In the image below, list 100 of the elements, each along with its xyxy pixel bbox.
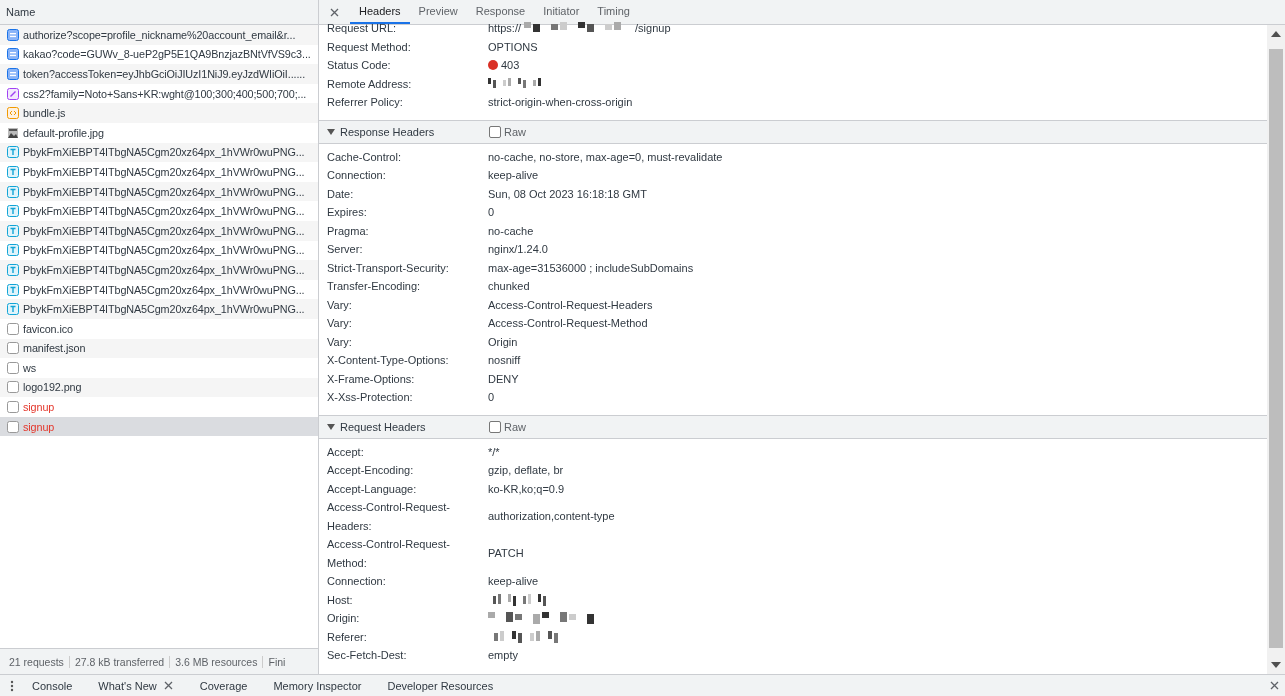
request-name: ws xyxy=(23,361,36,374)
request-row[interactable]: ws xyxy=(0,358,318,378)
header-name: Origin: xyxy=(327,611,361,626)
drawer-tab[interactable]: Developer Resources xyxy=(377,679,504,692)
request-name: css2?family=Noto+Sans+KR:wght@100;300;400;500;700;... xyxy=(23,87,307,100)
request-name: kakao?code=GUWv_8-ueP2gP5E1QA9BnzjazBNtVfVS9c3... xyxy=(23,48,311,61)
drawer-tab[interactable]: Memory Inspector xyxy=(263,679,372,692)
status-text: 21 requests xyxy=(4,655,70,668)
drawer-tab[interactable]: What's New xyxy=(88,679,184,692)
checkbox[interactable] xyxy=(489,125,501,138)
request-name: PbykFmXiEBPT4ITbgNA5Cgm20xz64px_1hVWr0wuPNG... xyxy=(23,146,305,159)
request-row[interactable]: token?accessToken=eyJhbGciOiJIUzI1NiJ9.eyJzdWIiOiI...... xyxy=(0,64,318,84)
header-name: Referrer Policy: xyxy=(327,95,404,110)
font-icon xyxy=(7,146,19,159)
stylesheet-icon xyxy=(7,87,19,100)
drawer-tab[interactable]: Coverage xyxy=(189,679,258,692)
request-row[interactable]: signup xyxy=(0,397,318,417)
header-value: DENY xyxy=(488,371,519,387)
section-toggle[interactable]: Response Headers xyxy=(323,125,489,138)
header-name: Server: xyxy=(327,242,364,257)
request-row[interactable]: PbykFmXiEBPT4ITbgNA5Cgm20xz64px_1hVWr0wuPNG... xyxy=(0,299,318,319)
header-value: Sun, 08 Oct 2023 16:18:18 GMT xyxy=(488,186,647,202)
header-name: X-Content-Type-Options: xyxy=(327,353,450,368)
triangle-icon xyxy=(327,127,335,136)
header-value: 403 xyxy=(501,58,520,73)
request-row[interactable]: favicon.ico xyxy=(0,318,318,339)
header-name: X-Frame-Options: xyxy=(327,371,416,387)
request-name: favicon.ico xyxy=(23,322,73,335)
header-name: Pragma: xyxy=(327,223,370,239)
header-name: Request URL: xyxy=(327,21,398,36)
column-header[interactable]: Name xyxy=(0,0,318,25)
document-icon xyxy=(7,28,19,41)
request-row[interactable]: manifest.json xyxy=(0,338,318,359)
header-name: Referer: xyxy=(327,629,368,645)
scrollbar[interactable] xyxy=(1267,25,1285,674)
header-value: Access-Control-Request-Headers xyxy=(488,297,653,313)
request-row[interactable]: css2?family=Noto+Sans+KR:wght@100;300;400;500;700;... xyxy=(0,83,318,104)
tab[interactable]: Response xyxy=(466,0,535,24)
request-row[interactable]: PbykFmXiEBPT4ITbgNA5Cgm20xz64px_1hVWr0wuPNG... xyxy=(0,201,318,221)
header-value: chunked xyxy=(488,279,530,294)
request-row[interactable]: default-profile.jpg xyxy=(0,122,318,143)
header-name: Sec-Fetch-Dest: xyxy=(327,648,408,663)
header-name: Remote Address: xyxy=(327,76,413,92)
font-icon xyxy=(7,283,19,296)
header-value: /signup xyxy=(635,21,671,36)
header-value: Access-Control-Request-Method xyxy=(488,316,648,331)
header-value: Origin xyxy=(488,334,518,350)
drawer-tab[interactable]: Console xyxy=(22,679,83,692)
header-value: OPTIONS xyxy=(488,39,538,55)
header-name: Accept-Encoding: xyxy=(327,463,415,478)
tab[interactable]: Headers xyxy=(350,0,410,24)
font-icon xyxy=(7,224,19,237)
request-row[interactable]: kakao?code=GUWv_8-ueP2gP5E1QA9BnzjazBNtVfVS9c3... xyxy=(0,44,318,65)
header-name: Vary: xyxy=(327,297,353,313)
header-value: no-cache xyxy=(488,223,534,239)
header-value: https:// xyxy=(488,21,522,36)
tab[interactable]: Preview xyxy=(409,0,467,24)
request-row[interactable]: PbykFmXiEBPT4ITbgNA5Cgm20xz64px_1hVWr0wuPNG... xyxy=(0,240,318,261)
request-row[interactable]: PbykFmXiEBPT4ITbgNA5Cgm20xz64px_1hVWr0wuPNG... xyxy=(0,220,318,241)
status-text: Fini xyxy=(267,655,287,668)
checkbox-label[interactable]: Raw xyxy=(504,125,526,138)
request-row[interactable]: PbykFmXiEBPT4ITbgNA5Cgm20xz64px_1hVWr0wuPNG... xyxy=(0,260,318,280)
file-icon xyxy=(7,420,19,433)
request-row[interactable]: PbykFmXiEBPT4ITbgNA5Cgm20xz64px_1hVWr0wuPNG... xyxy=(0,142,318,163)
request-name: manifest.json xyxy=(23,342,86,355)
font-icon xyxy=(7,263,19,276)
request-name: PbykFmXiEBPT4ITbgNA5Cgm20xz64px_1hVWr0wuPNG... xyxy=(23,205,305,218)
header-name: Vary: xyxy=(327,316,353,331)
request-row[interactable]: PbykFmXiEBPT4ITbgNA5Cgm20xz64px_1hVWr0wuPNG... xyxy=(0,181,318,202)
request-row[interactable]: PbykFmXiEBPT4ITbgNA5Cgm20xz64px_1hVWr0wuPNG... xyxy=(0,162,318,182)
request-row[interactable]: logo192.png xyxy=(0,377,318,398)
request-name: PbykFmXiEBPT4ITbgNA5Cgm20xz64px_1hVWr0wuPNG... xyxy=(23,224,305,237)
request-name: PbykFmXiEBPT4ITbgNA5Cgm20xz64px_1hVWr0wuPNG... xyxy=(23,303,305,316)
font-icon xyxy=(7,205,19,218)
header-name: Vary: xyxy=(327,334,353,350)
file-icon xyxy=(7,322,19,335)
header-name: Access-Control-Request-Headers: xyxy=(327,500,451,534)
font-icon xyxy=(7,165,19,178)
request-row[interactable]: authorize?scope=profile_nickname%20account_email&r... xyxy=(0,25,318,45)
request-name: logo192.png xyxy=(23,381,82,394)
header-name: Accept-Language: xyxy=(327,481,418,497)
more-icon xyxy=(10,679,14,692)
tab[interactable]: Initiator xyxy=(534,0,589,24)
header-value: */* xyxy=(488,444,500,460)
header-name: X-Xss-Protection: xyxy=(327,390,414,405)
header-value: keep-alive xyxy=(488,574,539,589)
tab[interactable]: Timing xyxy=(588,0,639,24)
request-row[interactable]: PbykFmXiEBPT4ITbgNA5Cgm20xz64px_1hVWr0wuPNG... xyxy=(0,279,318,300)
header-value: PATCH xyxy=(488,546,524,562)
header-value: nosniff xyxy=(488,353,521,368)
request-name: authorize?scope=profile_nickname%20account_email&r... xyxy=(23,28,296,41)
section-toggle[interactable]: Request Headers xyxy=(323,420,489,433)
request-row[interactable]: bundle.js xyxy=(0,103,318,123)
header-name: Connection: xyxy=(327,574,387,589)
checkbox-label[interactable]: Raw xyxy=(504,420,526,433)
header-name: Status Code: xyxy=(327,58,392,73)
request-name: PbykFmXiEBPT4ITbgNA5Cgm20xz64px_1hVWr0wuPNG... xyxy=(23,185,305,198)
request-name: bundle.js xyxy=(23,107,66,120)
header-name: Host: xyxy=(327,592,354,608)
checkbox[interactable] xyxy=(489,420,501,433)
